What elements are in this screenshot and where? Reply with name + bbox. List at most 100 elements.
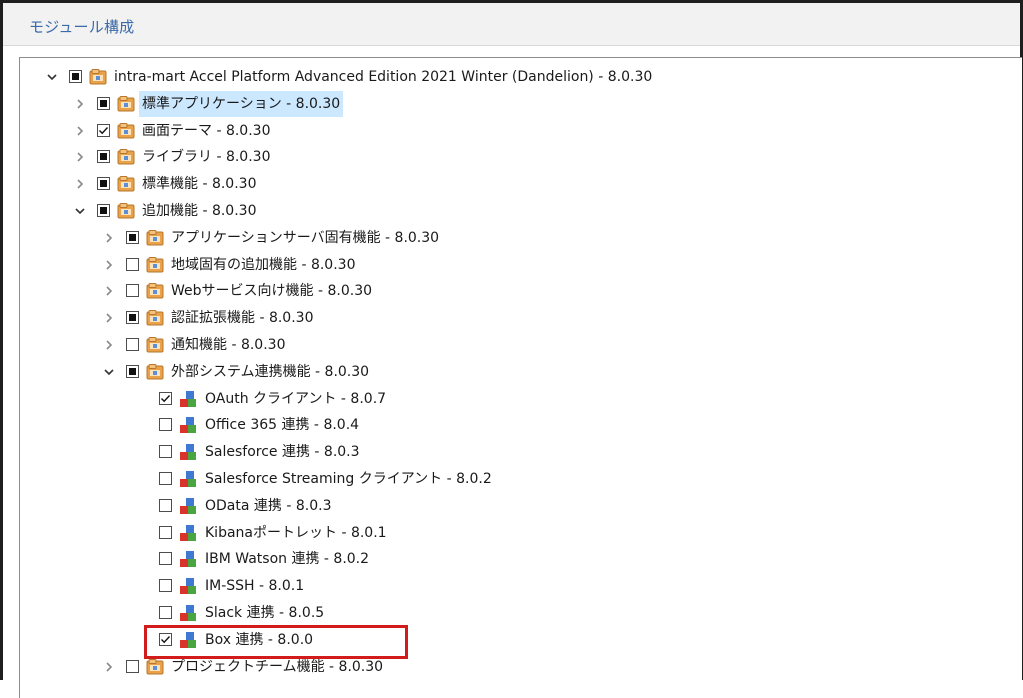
module-tree-group[interactable]: 追加機能 - 8.0.30 [73, 198, 773, 224]
module-blocks-icon [180, 497, 196, 514]
tree-item-label: 地域固有の追加機能 - 8.0.30 [171, 256, 356, 273]
tree-item-label: 標準機能 - 8.0.30 [142, 176, 257, 193]
checkbox[interactable] [159, 445, 172, 459]
module-tree-group[interactable]: intra-mart Accel Platform Advanced Editi… [45, 64, 745, 90]
tree-item-label: IM-SSH - 8.0.1 [205, 578, 305, 595]
checkbox[interactable] [126, 230, 139, 244]
module-tree-item[interactable]: OData 連携 - 8.0.3 [159, 493, 859, 519]
module-blocks-icon [180, 551, 196, 568]
tree-item-label: Webサービス向け機能 - 8.0.30 [171, 283, 373, 300]
module-blocks-icon [180, 471, 196, 487]
expand-chevron-icon[interactable] [73, 171, 87, 197]
expand-chevron-icon[interactable] [102, 305, 116, 331]
annotation-highlight-box [144, 625, 408, 659]
expand-chevron-icon[interactable] [73, 91, 87, 117]
tree-item-label: 通知機能 - 8.0.30 [171, 337, 286, 353]
expand-chevron-icon[interactable] [73, 144, 87, 170]
tree-item-label: 外部システム連携機能 - 8.0.30 [171, 363, 370, 380]
collapse-chevron-icon[interactable] [45, 64, 59, 90]
checkbox[interactable] [69, 70, 82, 83]
tree-item-label: Salesforce 連携 - 8.0.3 [205, 444, 360, 461]
module-tree-group[interactable]: 標準機能 - 8.0.30 [73, 171, 773, 197]
expand-chevron-icon[interactable] [73, 118, 87, 144]
checkbox[interactable] [159, 525, 172, 539]
tree-item-label: ライブラリ - 8.0.30 [142, 149, 271, 166]
checkbox[interactable] [97, 96, 110, 110]
folder-package-icon [89, 69, 107, 85]
tree-item-label: 標準アプリケーション - 8.0.30 [139, 90, 344, 117]
module-blocks-icon [180, 578, 196, 595]
checkbox[interactable] [97, 123, 110, 137]
tree-item-label: Office 365 連携 - 8.0.4 [205, 417, 360, 434]
checkbox[interactable] [159, 606, 172, 619]
checkbox[interactable] [97, 150, 110, 164]
checkbox[interactable] [126, 364, 139, 378]
module-tree-item[interactable]: Kibanaポートレット - 8.0.1 [159, 520, 859, 546]
folder-package-icon [146, 229, 164, 246]
module-blocks-icon [180, 444, 196, 461]
expand-chevron-icon[interactable] [102, 225, 116, 251]
tree-item-label: OAuth クライアント - 8.0.7 [205, 390, 387, 407]
module-tree-group[interactable]: 地域固有の追加機能 - 8.0.30 [102, 252, 802, 278]
collapse-chevron-icon[interactable] [102, 359, 116, 385]
section-header[interactable]: モジュール構成 [3, 3, 1020, 46]
module-blocks-icon [180, 417, 196, 434]
module-tree-item[interactable]: Office 365 連携 - 8.0.4 [159, 412, 859, 438]
module-tree-group[interactable]: 画面テーマ - 8.0.30 [73, 118, 773, 144]
module-tree-group[interactable]: 通知機能 - 8.0.30 [102, 332, 802, 358]
module-tree-item[interactable]: Salesforce 連携 - 8.0.3 [159, 439, 859, 465]
folder-package-icon [146, 337, 164, 353]
checkbox[interactable] [97, 177, 110, 191]
module-blocks-icon [180, 605, 196, 621]
module-blocks-icon [180, 390, 196, 407]
module-tree-item[interactable]: IBM Watson 連携 - 8.0.2 [159, 546, 859, 572]
folder-package-icon [146, 658, 164, 675]
folder-package-icon [146, 256, 164, 273]
collapse-chevron-icon[interactable] [73, 198, 87, 224]
module-tree-item[interactable]: Salesforce Streaming クライアント - 8.0.2 [159, 466, 859, 492]
checkbox[interactable] [159, 391, 172, 405]
module-tree-group[interactable]: 外部システム連携機能 - 8.0.30 [102, 359, 802, 385]
module-tree[interactable]: intra-mart Accel Platform Advanced Editi… [19, 57, 1022, 698]
module-tree-item[interactable]: OAuth クライアント - 8.0.7 [159, 386, 859, 412]
checkbox[interactable] [159, 418, 172, 432]
folder-package-icon [146, 310, 164, 326]
folder-package-icon [117, 176, 135, 192]
tree-item-label: Kibanaポートレット - 8.0.1 [205, 524, 387, 541]
tree-item-label: intra-mart Accel Platform Advanced Editi… [114, 69, 653, 85]
module-tree-item[interactable]: IM-SSH - 8.0.1 [159, 573, 859, 599]
module-tree-group[interactable]: ライブラリ - 8.0.30 [73, 144, 773, 170]
checkbox[interactable] [97, 204, 110, 217]
checkbox[interactable] [159, 579, 172, 593]
expand-chevron-icon[interactable] [102, 654, 116, 680]
module-tree-group[interactable]: アプリケーションサーバ固有機能 - 8.0.30 [102, 225, 802, 251]
module-tree-group[interactable]: Webサービス向け機能 - 8.0.30 [102, 278, 802, 304]
folder-package-icon [146, 283, 164, 299]
tree-item-label: IBM Watson 連携 - 8.0.2 [205, 551, 370, 568]
module-tree-group[interactable]: 標準アプリケーション - 8.0.30 [73, 90, 773, 117]
tree-item-label: OData 連携 - 8.0.3 [205, 497, 332, 514]
checkbox[interactable] [159, 552, 172, 566]
tree-item-label: 追加機能 - 8.0.30 [142, 203, 257, 219]
tree-item-label: Salesforce Streaming クライアント - 8.0.2 [205, 471, 492, 487]
folder-package-icon [117, 203, 135, 219]
checkbox[interactable] [159, 498, 172, 512]
expand-chevron-icon[interactable] [102, 252, 116, 278]
folder-package-icon [117, 122, 135, 139]
tree-item-label: 画面テーマ - 8.0.30 [142, 122, 271, 139]
expand-chevron-icon[interactable] [102, 278, 116, 304]
tree-item-label: Slack 連携 - 8.0.5 [205, 605, 325, 621]
checkbox[interactable] [126, 257, 139, 271]
checkbox[interactable] [126, 338, 139, 351]
expand-chevron-icon[interactable] [102, 332, 116, 358]
folder-package-icon [117, 95, 135, 112]
checkbox[interactable] [159, 472, 172, 485]
checkbox[interactable] [126, 659, 139, 673]
checkbox[interactable] [126, 284, 139, 298]
tree-item-label: アプリケーションサーバ固有機能 - 8.0.30 [171, 229, 440, 246]
module-tree-item[interactable]: Slack 連携 - 8.0.5 [159, 600, 859, 626]
module-blocks-icon [180, 524, 196, 541]
module-tree-group[interactable]: 認証拡張機能 - 8.0.30 [102, 305, 802, 331]
folder-package-icon [117, 149, 135, 165]
checkbox[interactable] [126, 311, 139, 325]
